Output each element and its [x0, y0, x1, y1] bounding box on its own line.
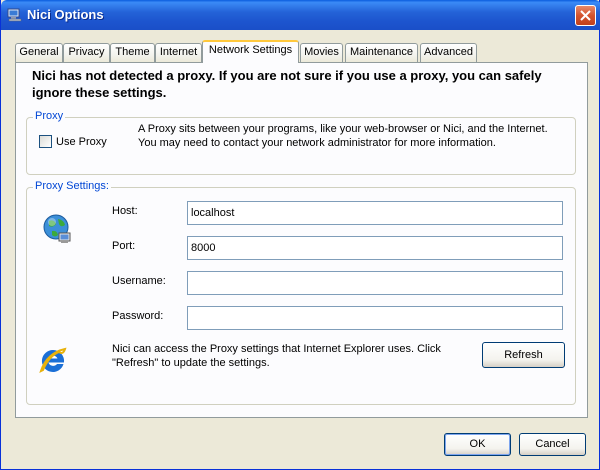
close-button[interactable] — [575, 5, 596, 26]
network-app-icon — [7, 7, 23, 23]
port-input[interactable] — [187, 236, 563, 260]
tab-maintenance[interactable]: Maintenance — [345, 43, 418, 62]
tab-label: Theme — [115, 46, 150, 58]
tab-movies[interactable]: Movies — [300, 43, 343, 62]
tab-label: Maintenance — [350, 46, 413, 58]
use-proxy-label[interactable]: Use Proxy — [56, 135, 107, 149]
tab-internet[interactable]: Internet — [155, 43, 202, 62]
title-bar[interactable]: Nici Options — [1, 0, 600, 30]
tab-label: Internet — [159, 46, 198, 58]
globe-network-icon — [41, 212, 75, 246]
proxy-description: A Proxy sits between your programs, like… — [138, 123, 548, 149]
tab-advanced[interactable]: Advanced — [420, 43, 477, 62]
cancel-button[interactable]: Cancel — [519, 433, 586, 456]
password-input[interactable] — [187, 306, 563, 330]
proxy-settings-group: Proxy Settings: Host: Port: Username: Pa… — [26, 180, 576, 405]
username-input[interactable] — [187, 271, 563, 295]
use-proxy-checkbox[interactable] — [39, 135, 52, 148]
refresh-button[interactable]: Refresh — [482, 342, 565, 368]
options-window: Nici Options General Privacy Theme Inter… — [0, 0, 600, 470]
tab-label: Privacy — [68, 46, 105, 58]
tab-label: Advanced — [424, 46, 473, 58]
proxy-group-legend: Proxy — [33, 110, 66, 122]
window-title: Nici Options — [27, 7, 104, 22]
host-input[interactable] — [187, 201, 563, 225]
tab-theme[interactable]: Theme — [110, 43, 155, 62]
internet-explorer-icon — [37, 345, 69, 377]
network-settings-panel: Nici has not detected a proxy. If you ar… — [15, 62, 588, 418]
proxy-settings-legend: Proxy Settings: — [33, 180, 111, 192]
tab-label: Network Settings — [208, 44, 293, 56]
password-label: Password: — [112, 310, 164, 322]
port-label: Port: — [112, 240, 136, 252]
tab-general[interactable]: General — [15, 43, 63, 62]
tab-strip: General Privacy Theme Internet Network S… — [15, 40, 595, 63]
ok-button[interactable]: OK — [444, 433, 511, 456]
tab-label: Movies — [304, 46, 339, 58]
username-label: Username: — [112, 275, 166, 287]
tab-network-settings[interactable]: Network Settings — [202, 40, 299, 63]
ie-proxy-note: Nici can access the Proxy settings that … — [112, 343, 441, 369]
proxy-notice: Nici has not detected a proxy. If you ar… — [32, 68, 542, 100]
tab-privacy[interactable]: Privacy — [63, 43, 110, 62]
tab-label: General — [19, 46, 59, 58]
close-icon — [580, 10, 591, 21]
host-label: Host: — [112, 205, 138, 217]
proxy-group: Proxy Use Proxy A Proxy sits between you… — [26, 110, 576, 175]
